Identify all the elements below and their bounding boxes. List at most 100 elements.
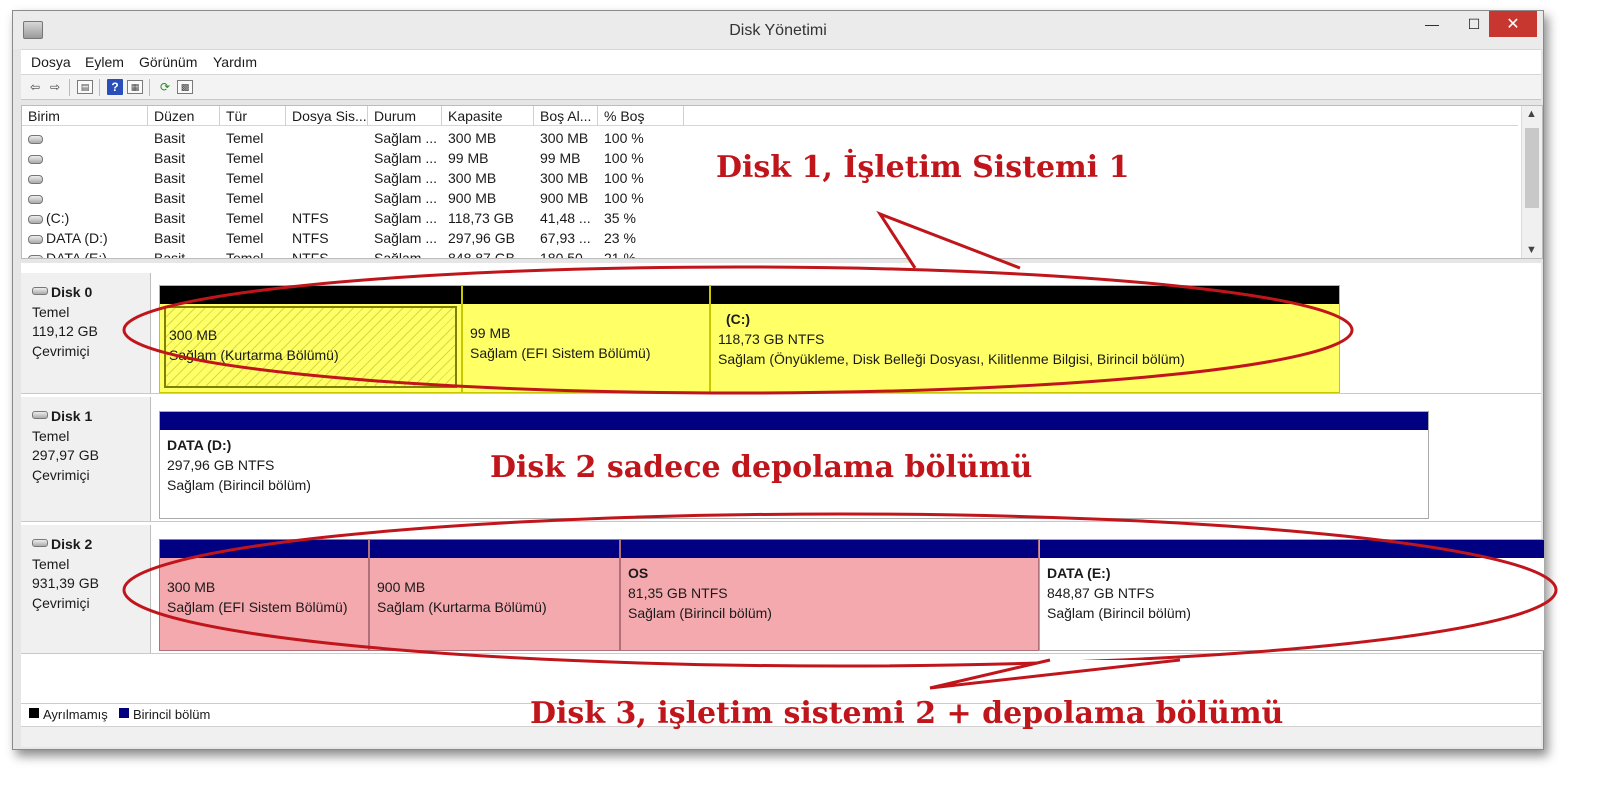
disk-type: Temel xyxy=(32,555,70,572)
partition-state: Sağlam (Kurtarma Bölümü) xyxy=(169,347,339,363)
cell-capacity: 900 MB xyxy=(448,190,497,206)
partition-state: Sağlam (EFI Sistem Bölümü) xyxy=(167,599,348,615)
column-header-status[interactable]: Durum xyxy=(368,106,442,126)
partition-bar-primary xyxy=(160,412,1428,430)
menu-file[interactable]: Dosya xyxy=(31,54,71,70)
partition-state: Sağlam (Kurtarma Bölümü) xyxy=(377,599,547,615)
scrollbar-thumb[interactable] xyxy=(1525,128,1539,208)
partition-bar-unallocated xyxy=(160,286,461,304)
scroll-up-icon[interactable]: ▲ xyxy=(1526,108,1537,120)
column-header-percent-free[interactable]: % Boş xyxy=(598,106,684,126)
table-row[interactable]: DATA (E:) Basit Temel NTFS Sağlam ... 848,87 … xyxy=(22,248,1518,259)
partition-bar-primary xyxy=(621,540,1038,558)
partition-state: Sağlam (EFI Sistem Bölümü) xyxy=(470,345,651,361)
volume-list-scrollbar[interactable]: ▲ ▼ xyxy=(1521,106,1542,258)
cell-layout: Basit xyxy=(154,250,186,259)
disk-1-info[interactable]: Disk 1 Temel 297,97 GB Çevrimiçi xyxy=(21,397,151,521)
partition-state: Sağlam (Birincil bölüm) xyxy=(1047,605,1191,621)
table-row[interactable]: DATA (D:) Basit Temel NTFS Sağlam ... 297,96 … xyxy=(22,228,1518,248)
column-header-type[interactable]: Tür xyxy=(220,106,286,126)
cell-type: Temel xyxy=(226,150,264,166)
disk-name: Disk 1 xyxy=(51,408,93,424)
cell-free-space: 180,50 ... xyxy=(540,250,599,259)
cell-percent-free: 100 % xyxy=(604,170,644,186)
column-header-layout[interactable]: Düzen xyxy=(148,106,220,126)
partition-disk2-os[interactable]: OS 81,35 GB NTFS Sağlam (Birincil bölüm) xyxy=(620,539,1039,651)
column-header-free-space[interactable]: Boş Al... xyxy=(534,106,598,126)
cell-volume xyxy=(28,150,46,166)
table-row[interactable]: (C:) Basit Temel NTFS Sağlam ... 118,73 GB 41,… xyxy=(22,208,1518,228)
legend-swatch-unallocated xyxy=(29,708,39,718)
partition-body: DATA (D:) 297,96 GB NTFS Sağlam (Birinci… xyxy=(164,432,1424,514)
properties-icon[interactable]: ▦ xyxy=(127,80,143,94)
disk-0-info[interactable]: Disk 0 Temel 119,12 GB Çevrimiçi xyxy=(21,273,151,393)
cell-type: Temel xyxy=(226,130,264,146)
disk-name: Disk 2 xyxy=(51,536,93,552)
disk-2-info[interactable]: Disk 2 Temel 931,39 GB Çevrimiçi xyxy=(21,525,151,653)
disk-1-row: Disk 1 Temel 297,97 GB Çevrimiçi DATA (D… xyxy=(21,397,1541,522)
partition-title: DATA (E:) xyxy=(1047,565,1111,581)
volume-list: Birim Düzen Tür Dosya Sis... Durum Kapas… xyxy=(21,105,1543,259)
partition-disk2-recovery[interactable]: 900 MB Sağlam (Kurtarma Bölümü) xyxy=(369,539,620,651)
cell-status: Sağlam ... xyxy=(374,130,438,146)
partition-body: OS 81,35 GB NTFS Sağlam (Birincil bölüm) xyxy=(625,560,1034,646)
menu-view[interactable]: Görünüm xyxy=(139,54,197,70)
forward-arrow-icon[interactable]: ⇨ xyxy=(47,79,63,95)
cell-status: Sağlam ... xyxy=(374,190,438,206)
cell-layout: Basit xyxy=(154,150,186,166)
settings-grid-icon[interactable]: ▩ xyxy=(177,80,193,94)
menu-bar: Dosya Eylem Görünüm Yardım xyxy=(21,49,1541,74)
disk-status: Çevrimiçi xyxy=(32,594,90,611)
back-arrow-icon[interactable]: ⇦ xyxy=(27,79,43,95)
column-header-capacity[interactable]: Kapasite xyxy=(442,106,534,126)
refresh-icon[interactable]: ⟳ xyxy=(157,79,173,95)
cell-layout: Basit xyxy=(154,230,186,246)
cell-status: Sağlam ... xyxy=(374,210,438,226)
partition-state: Sağlam (Önyükleme, Disk Belleği Dosyası,… xyxy=(718,351,1185,367)
cell-layout: Basit xyxy=(154,130,186,146)
cell-status: Sağlam ... xyxy=(374,150,438,166)
partition-size: 848,87 GB NTFS xyxy=(1047,585,1155,601)
cell-percent-free: 100 % xyxy=(604,190,644,206)
partition-disk2-e[interactable]: DATA (E:) 848,87 GB NTFS Sağlam (Birinci… xyxy=(1039,539,1545,651)
partition-body: DATA (E:) 848,87 GB NTFS Sağlam (Birinci… xyxy=(1044,560,1540,646)
partition-disk0-efi[interactable]: 99 MB Sağlam (EFI Sistem Bölümü) xyxy=(462,285,710,393)
column-header-volume[interactable]: Birim xyxy=(22,106,148,126)
cell-capacity: 297,96 GB xyxy=(448,230,515,246)
cell-layout: Basit xyxy=(154,170,186,186)
cell-capacity: 118,73 GB xyxy=(448,210,514,226)
help-icon[interactable]: ? xyxy=(107,79,123,95)
toolbar: ⇦ ⇨ ▤ ? ▦ ⟳ ▩ xyxy=(21,74,1541,100)
disk-icon xyxy=(32,287,48,295)
menu-action[interactable]: Eylem xyxy=(85,54,124,70)
volume-disk-icon xyxy=(28,154,43,164)
scroll-down-icon[interactable]: ▼ xyxy=(1526,244,1537,256)
cell-type: Temel xyxy=(226,210,264,226)
disk-icon xyxy=(32,411,48,419)
partition-size: 118,73 GB NTFS xyxy=(718,331,825,347)
console-tree-icon[interactable]: ▤ xyxy=(77,80,93,94)
cell-filesystem: NTFS xyxy=(292,250,329,259)
disk-size: 297,97 GB xyxy=(32,447,99,463)
partition-disk0-c[interactable]: (C:) 118,73 GB NTFS Sağlam (Önyükleme, D… xyxy=(710,285,1340,393)
cell-percent-free: 21 % xyxy=(604,250,636,259)
disk-0-row: Disk 0 Temel 119,12 GB Çevrimiçi 300 MB … xyxy=(21,273,1541,394)
partition-bar-unallocated xyxy=(711,286,1339,304)
minimize-button[interactable]: — xyxy=(1411,11,1453,37)
cell-volume xyxy=(28,190,46,206)
toolbar-separator xyxy=(99,79,100,96)
column-header-filesystem[interactable]: Dosya Sis... xyxy=(286,106,368,126)
table-row[interactable]: Basit Temel Sağlam ... 300 MB 300 MB 100 % xyxy=(22,168,1518,188)
cell-free-space: 900 MB xyxy=(540,190,589,206)
table-row[interactable]: Basit Temel Sağlam ... 300 MB 300 MB 100 % xyxy=(22,128,1518,148)
table-row[interactable]: Basit Temel Sağlam ... 99 MB 99 MB 100 % xyxy=(22,148,1518,168)
partition-disk0-recovery[interactable]: 300 MB Sağlam (Kurtarma Bölümü) xyxy=(159,285,462,393)
partition-disk2-efi[interactable]: 300 MB Sağlam (EFI Sistem Bölümü) xyxy=(159,539,369,651)
close-button[interactable]: ✕ xyxy=(1489,11,1537,37)
partition-disk1-d[interactable]: DATA (D:) 297,96 GB NTFS Sağlam (Birinci… xyxy=(159,411,1429,519)
table-row[interactable]: Basit Temel Sağlam ... 900 MB 900 MB 100 % xyxy=(22,188,1518,208)
status-bar xyxy=(21,726,1541,747)
menu-help[interactable]: Yardım xyxy=(213,54,257,70)
cell-volume: DATA (E:) xyxy=(28,250,107,258)
cell-free-space: 41,48 ... xyxy=(540,210,591,226)
